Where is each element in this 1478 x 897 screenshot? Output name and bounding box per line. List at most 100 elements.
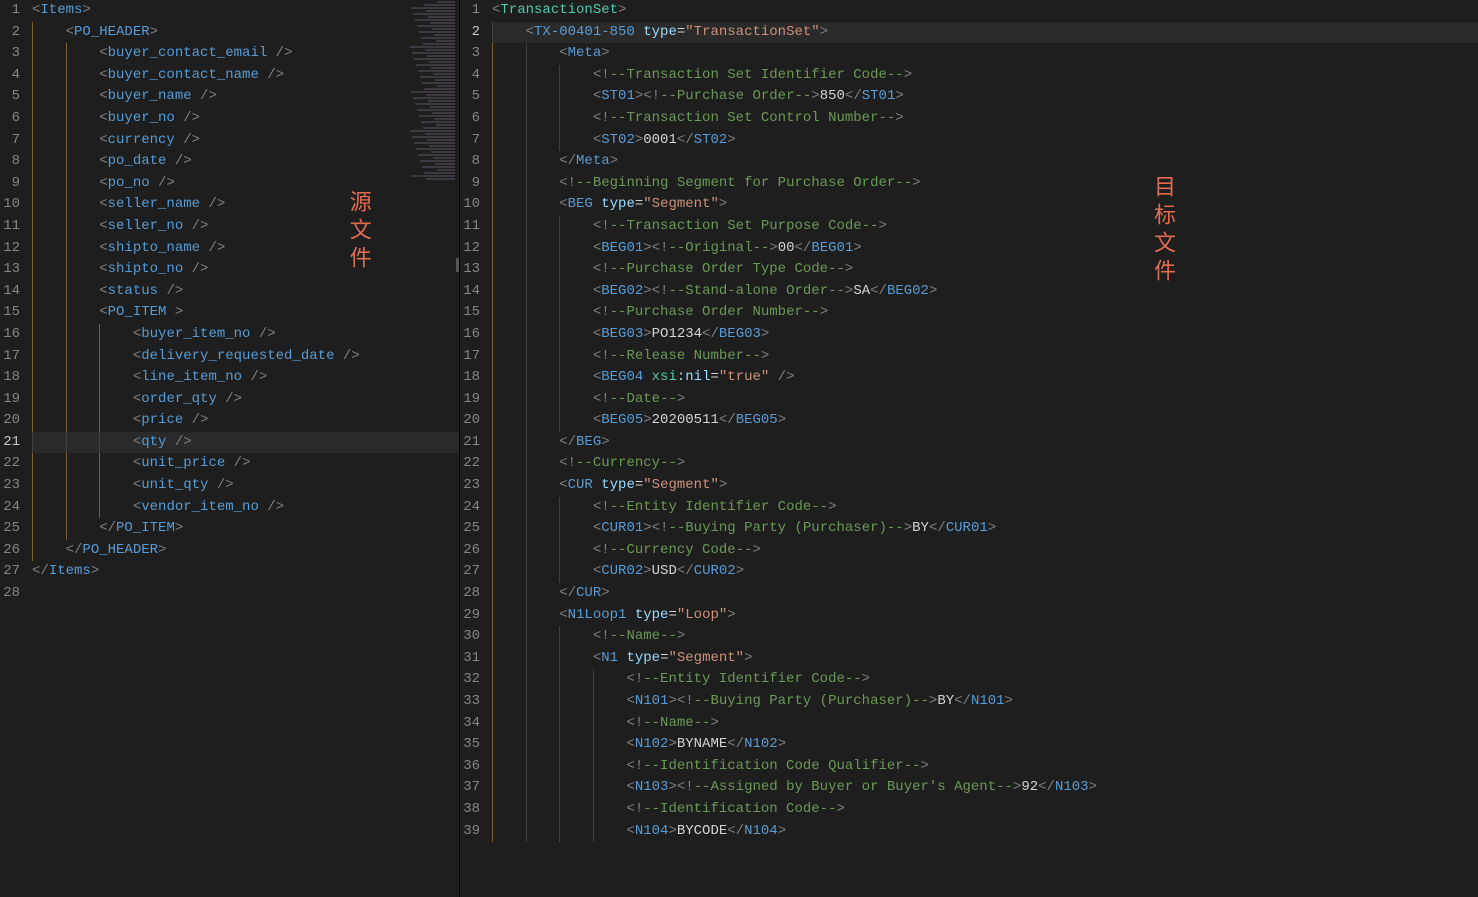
line-number[interactable]: 28: [0, 583, 20, 605]
code-line[interactable]: <po_no />: [32, 173, 459, 195]
code-line[interactable]: <price />: [32, 410, 459, 432]
line-number[interactable]: 2: [460, 22, 480, 44]
line-number[interactable]: 30: [460, 626, 480, 648]
target-pane[interactable]: 1234567891011121314151617181920212223242…: [460, 0, 1478, 897]
code-line[interactable]: <!--Transaction Set Control Number-->: [492, 108, 1478, 130]
code-line[interactable]: <BEG type="Segment">: [492, 194, 1478, 216]
code-line[interactable]: <currency />: [32, 130, 459, 152]
line-number[interactable]: 15: [0, 302, 20, 324]
line-number[interactable]: 34: [460, 713, 480, 735]
line-number[interactable]: 1: [0, 0, 20, 22]
code-line[interactable]: <delivery_requested_date />: [32, 346, 459, 368]
code-line[interactable]: <ST02>0001</ST02>: [492, 130, 1478, 152]
code-line[interactable]: <N101><!--Buying Party (Purchaser)-->BY<…: [492, 691, 1478, 713]
line-number[interactable]: 13: [460, 259, 480, 281]
line-number[interactable]: 33: [460, 691, 480, 713]
code-line[interactable]: <CUR02>USD</CUR02>: [492, 561, 1478, 583]
code-line[interactable]: <BEG03>PO1234</BEG03>: [492, 324, 1478, 346]
code-line[interactable]: <buyer_contact_email />: [32, 43, 459, 65]
line-number[interactable]: 24: [0, 497, 20, 519]
line-number[interactable]: 9: [460, 173, 480, 195]
line-number[interactable]: 17: [0, 346, 20, 368]
code-line[interactable]: <ST01><!--Purchase Order-->850</ST01>: [492, 86, 1478, 108]
line-number[interactable]: 11: [460, 216, 480, 238]
line-number[interactable]: 1: [460, 0, 480, 22]
source-pane[interactable]: 1234567891011121314151617181920212223242…: [0, 0, 460, 897]
line-number[interactable]: 12: [460, 238, 480, 260]
code-line[interactable]: <buyer_name />: [32, 86, 459, 108]
code-line[interactable]: <buyer_contact_name />: [32, 65, 459, 87]
line-number[interactable]: 24: [460, 497, 480, 519]
line-number[interactable]: 10: [0, 194, 20, 216]
code-line[interactable]: <N102>BYNAME</N102>: [492, 734, 1478, 756]
code-line[interactable]: <vendor_item_no />: [32, 497, 459, 519]
line-number[interactable]: 18: [460, 367, 480, 389]
code-line[interactable]: <BEG05>20200511</BEG05>: [492, 410, 1478, 432]
code-line[interactable]: <BEG02><!--Stand-alone Order-->SA</BEG02…: [492, 281, 1478, 303]
line-number[interactable]: 36: [460, 756, 480, 778]
code-line[interactable]: <N103><!--Assigned by Buyer or Buyer's A…: [492, 777, 1478, 799]
line-number[interactable]: 26: [460, 540, 480, 562]
line-number[interactable]: 4: [0, 65, 20, 87]
line-number[interactable]: 35: [460, 734, 480, 756]
line-number[interactable]: 5: [0, 86, 20, 108]
line-number[interactable]: 16: [0, 324, 20, 346]
code-line[interactable]: <TransactionSet>: [492, 0, 1478, 22]
code-line[interactable]: <!--Name-->: [492, 713, 1478, 735]
code-line[interactable]: <buyer_no />: [32, 108, 459, 130]
code-line[interactable]: <CUR type="Segment">: [492, 475, 1478, 497]
line-number[interactable]: 6: [460, 108, 480, 130]
line-number[interactable]: 21: [460, 432, 480, 454]
code-line[interactable]: <CUR01><!--Buying Party (Purchaser)-->BY…: [492, 518, 1478, 540]
line-number[interactable]: 20: [0, 410, 20, 432]
code-line[interactable]: <Items>: [32, 0, 459, 22]
code-line[interactable]: <!--Transaction Set Purpose Code-->: [492, 216, 1478, 238]
line-number[interactable]: 28: [460, 583, 480, 605]
line-number[interactable]: 8: [0, 151, 20, 173]
line-number[interactable]: 25: [460, 518, 480, 540]
line-number[interactable]: 13: [0, 259, 20, 281]
line-number[interactable]: 3: [460, 43, 480, 65]
code-line[interactable]: </BEG>: [492, 432, 1478, 454]
line-number[interactable]: 20: [460, 410, 480, 432]
code-line[interactable]: <po_date />: [32, 151, 459, 173]
code-line[interactable]: <!--Date-->: [492, 389, 1478, 411]
line-number[interactable]: 16: [460, 324, 480, 346]
line-number[interactable]: 37: [460, 777, 480, 799]
line-number[interactable]: 26: [0, 540, 20, 562]
code-line[interactable]: <seller_no />: [32, 216, 459, 238]
code-line[interactable]: <unit_qty />: [32, 475, 459, 497]
line-number[interactable]: 31: [460, 648, 480, 670]
code-line[interactable]: <status />: [32, 281, 459, 303]
line-number[interactable]: 14: [0, 281, 20, 303]
line-number[interactable]: 10: [460, 194, 480, 216]
line-number[interactable]: 38: [460, 799, 480, 821]
line-number[interactable]: 27: [460, 561, 480, 583]
line-number[interactable]: 39: [460, 821, 480, 843]
code-line[interactable]: <unit_price />: [32, 453, 459, 475]
code-line[interactable]: <buyer_item_no />: [32, 324, 459, 346]
code-line[interactable]: <BEG04 xsi:nil="true" />: [492, 367, 1478, 389]
line-number[interactable]: 15: [460, 302, 480, 324]
code-line[interactable]: <N1Loop1 type="Loop">: [492, 605, 1478, 627]
code-line[interactable]: </CUR>: [492, 583, 1478, 605]
code-line[interactable]: <!--Purchase Order Number-->: [492, 302, 1478, 324]
line-number[interactable]: 12: [0, 238, 20, 260]
line-number[interactable]: 22: [0, 453, 20, 475]
code-line[interactable]: <Meta>: [492, 43, 1478, 65]
code-line[interactable]: <!--Identification Code Qualifier-->: [492, 756, 1478, 778]
code-line[interactable]: <!--Identification Code-->: [492, 799, 1478, 821]
code-line[interactable]: <!--Entity Identifier Code-->: [492, 669, 1478, 691]
code-line[interactable]: <line_item_no />: [32, 367, 459, 389]
line-number[interactable]: 9: [0, 173, 20, 195]
line-number[interactable]: 6: [0, 108, 20, 130]
code-line[interactable]: <PO_HEADER>: [32, 22, 459, 44]
line-number[interactable]: 29: [460, 605, 480, 627]
line-number[interactable]: 3: [0, 43, 20, 65]
code-line[interactable]: <!--Purchase Order Type Code-->: [492, 259, 1478, 281]
code-line[interactable]: <seller_name />: [32, 194, 459, 216]
code-line[interactable]: <BEG01><!--Original-->00</BEG01>: [492, 238, 1478, 260]
code-line[interactable]: <!--Release Number-->: [492, 346, 1478, 368]
code-line[interactable]: </Meta>: [492, 151, 1478, 173]
line-number[interactable]: 5: [460, 86, 480, 108]
